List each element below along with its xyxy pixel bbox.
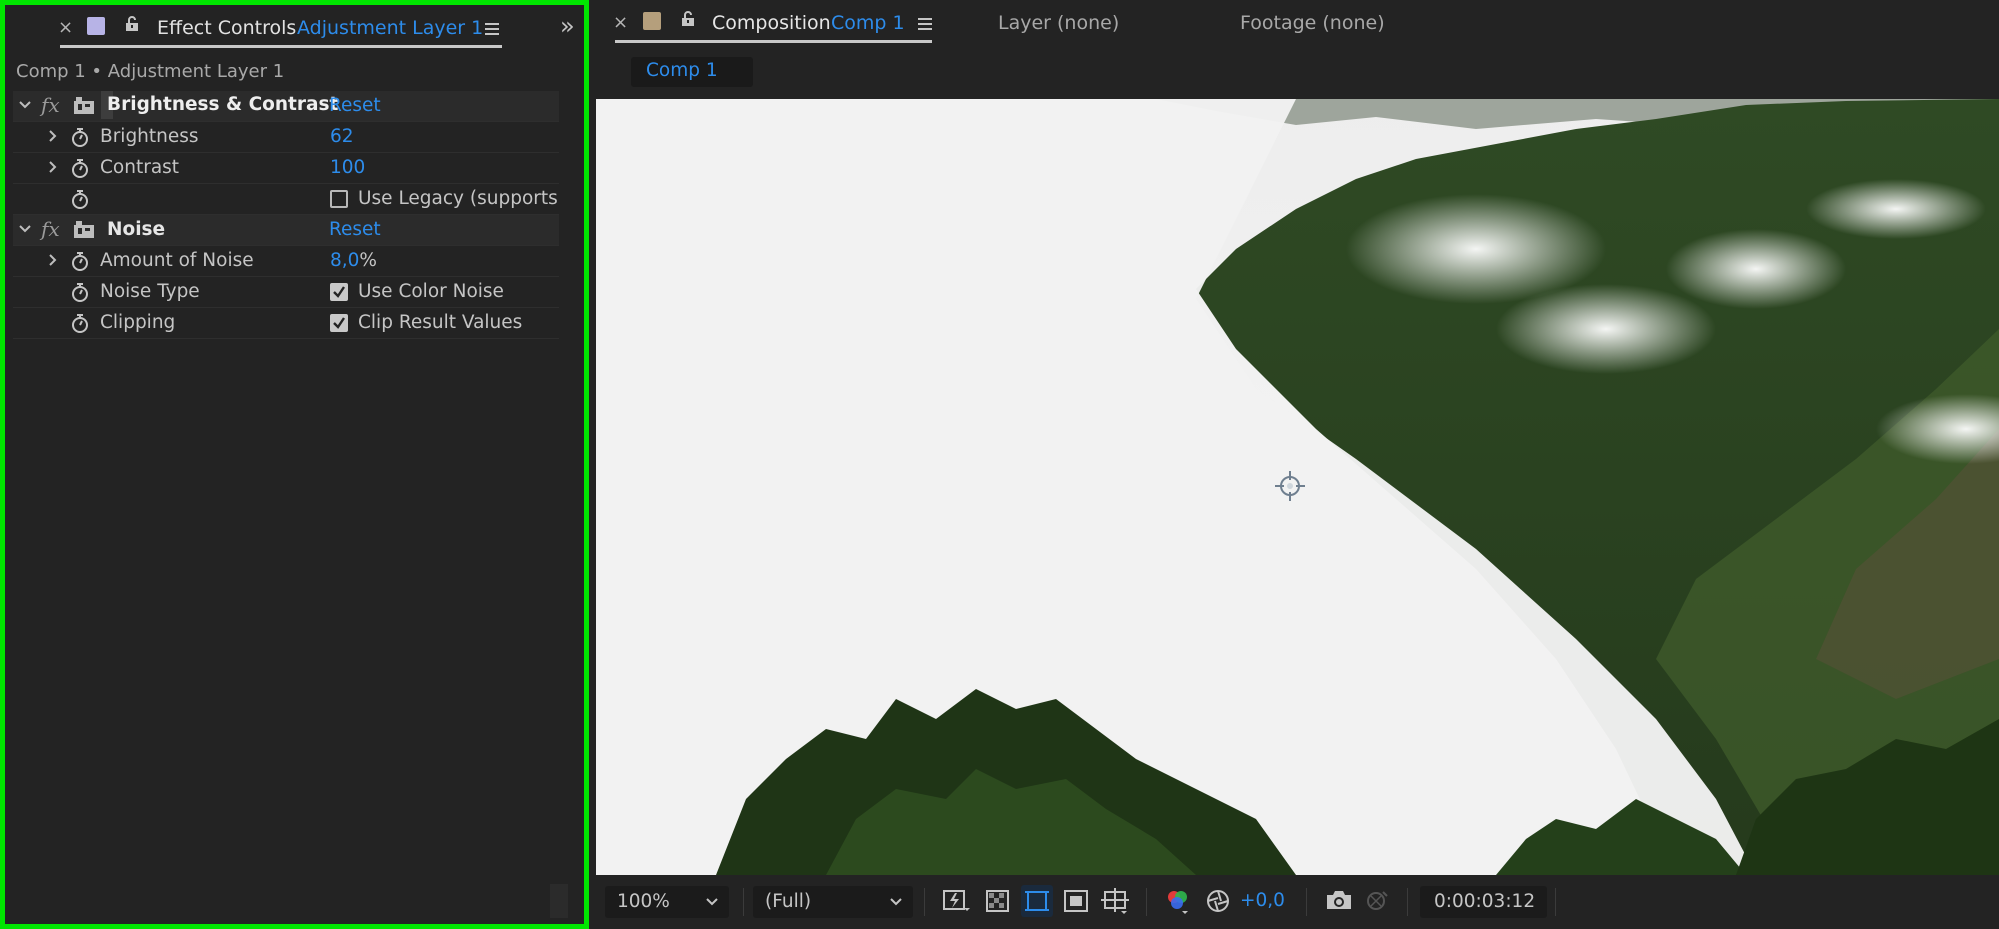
property-label: Brightness xyxy=(100,126,199,147)
property-row-brightness: Brightness 62 xyxy=(13,122,559,153)
chevron-down-icon[interactable] xyxy=(17,97,33,113)
chevron-right-icon[interactable] xyxy=(45,128,61,144)
chevron-down-icon xyxy=(706,898,718,906)
checkbox-label: Use Color Noise xyxy=(358,281,504,302)
scrollbar-thumb[interactable] xyxy=(550,884,568,918)
property-label: Amount of Noise xyxy=(100,250,254,271)
effect-name: Noise xyxy=(107,219,166,240)
layer-icon xyxy=(74,97,94,114)
toolbar-divider xyxy=(1306,888,1307,916)
stopwatch-icon[interactable] xyxy=(71,283,89,302)
close-panel-icon[interactable]: × xyxy=(58,17,73,38)
toolbar-divider xyxy=(1555,888,1556,916)
effect-name: Brightness & Contrast xyxy=(107,94,339,115)
reset-button[interactable]: Reset xyxy=(329,219,381,240)
transparency-grid-icon[interactable] xyxy=(985,888,1011,914)
property-value[interactable]: 8,0 xyxy=(330,250,359,271)
viewer-toolbar: 100% (Full) +0,0 0:00:03:12 xyxy=(589,876,1999,929)
resolution-value: (Full) xyxy=(765,891,812,912)
lock-icon[interactable] xyxy=(681,11,695,27)
property-label: Clipping xyxy=(100,312,176,333)
use-legacy-checkbox[interactable] xyxy=(330,190,348,208)
comp-subtab[interactable]: Comp 1 xyxy=(631,57,753,87)
fx-icon[interactable]: fx xyxy=(41,217,60,241)
breadcrumb: Comp 1 • Adjustment Layer 1 xyxy=(16,61,285,82)
active-tab-indicator xyxy=(60,45,502,48)
magnification-dropdown[interactable]: 100% xyxy=(605,886,729,918)
effect-header-brightness-contrast[interactable]: fx Brightness & Contrast Reset xyxy=(13,91,559,122)
composition-tab-comp[interactable]: Comp 1 xyxy=(831,12,905,34)
stopwatch-icon[interactable] xyxy=(71,314,89,333)
exposure-reset-icon[interactable] xyxy=(1205,888,1231,914)
composition-tab-title[interactable]: Composition xyxy=(712,12,831,34)
layer-tab[interactable]: Layer (none) xyxy=(998,12,1119,34)
reset-button[interactable]: Reset xyxy=(329,95,381,116)
footage-tab[interactable]: Footage (none) xyxy=(1240,12,1385,34)
composition-viewer[interactable] xyxy=(596,99,1999,875)
effect-controls-tab-title[interactable]: Effect Controls xyxy=(157,17,296,39)
toolbar-divider xyxy=(1407,888,1408,916)
region-of-interest-icon[interactable] xyxy=(1063,888,1089,914)
lock-icon[interactable] xyxy=(125,16,139,32)
property-unit: % xyxy=(359,250,378,271)
close-panel-icon[interactable]: × xyxy=(613,12,628,33)
expand-panels-icon[interactable]: » xyxy=(560,12,575,40)
checkbox-label: Clip Result Values xyxy=(358,312,523,333)
clip-result-checkbox[interactable] xyxy=(330,314,348,332)
stopwatch-icon[interactable] xyxy=(71,159,89,178)
property-row-use-legacy: Use Legacy (supports xyxy=(13,184,559,215)
property-value[interactable]: 100 xyxy=(330,157,365,178)
layer-label-swatch xyxy=(87,17,105,35)
toolbar-divider xyxy=(1146,888,1147,916)
effect-controls-tab-layer[interactable]: Adjustment Layer 1 xyxy=(297,17,483,39)
composition-panel: × Composition Comp 1 Layer (none) Footag… xyxy=(589,0,1999,929)
color-channels-icon[interactable] xyxy=(1164,888,1192,916)
chevron-down-icon xyxy=(890,898,902,906)
panel-menu-icon[interactable] xyxy=(918,18,932,30)
anchor-point-icon[interactable] xyxy=(1273,469,1307,503)
magnification-value: 100% xyxy=(617,891,670,912)
exposure-value[interactable]: +0,0 xyxy=(1240,890,1285,911)
resolution-dropdown[interactable]: (Full) xyxy=(753,886,913,918)
property-row-amount-of-noise: Amount of Noise 8,0% xyxy=(13,246,559,277)
property-row-clipping: Clipping Clip Result Values xyxy=(13,308,559,339)
property-row-noise-type: Noise Type Use Color Noise xyxy=(13,277,559,308)
show-snapshot-icon[interactable] xyxy=(1363,888,1391,912)
property-row-contrast: Contrast 100 xyxy=(13,153,559,184)
guides-icon[interactable] xyxy=(1101,888,1131,916)
fx-icon[interactable]: fx xyxy=(41,93,60,117)
panel-menu-icon[interactable] xyxy=(485,23,499,35)
property-value[interactable]: 62 xyxy=(330,126,354,147)
layer-icon xyxy=(74,221,94,238)
comp-subtab-label: Comp 1 xyxy=(646,60,718,81)
snapshot-icon[interactable] xyxy=(1325,888,1353,912)
use-color-noise-checkbox[interactable] xyxy=(330,283,348,301)
property-label: Noise Type xyxy=(100,281,200,302)
property-label: Contrast xyxy=(100,157,180,178)
effect-name-box: Brightness & Contrast xyxy=(101,91,338,119)
stopwatch-icon[interactable] xyxy=(71,252,89,271)
chevron-right-icon[interactable] xyxy=(45,252,61,268)
stopwatch-icon[interactable] xyxy=(71,190,89,209)
checkbox-label: Use Legacy (supports xyxy=(358,188,558,209)
timecode-value: 0:00:03:12 xyxy=(1434,891,1536,912)
comp-label-swatch xyxy=(643,12,661,30)
chevron-right-icon[interactable] xyxy=(45,159,61,175)
effect-controls-panel: × Effect Controls Adjustment Layer 1 » C… xyxy=(0,0,589,929)
toolbar-divider xyxy=(924,888,925,916)
toolbar-divider xyxy=(743,888,744,916)
current-time-display[interactable]: 0:00:03:12 xyxy=(1420,886,1547,918)
active-tab-indicator xyxy=(615,40,932,43)
fast-previews-icon[interactable] xyxy=(942,888,970,914)
chevron-down-icon[interactable] xyxy=(17,221,33,237)
mask-visibility-icon[interactable] xyxy=(1021,885,1053,917)
effect-header-noise[interactable]: fx Noise Reset xyxy=(13,215,559,246)
stopwatch-icon[interactable] xyxy=(71,128,89,147)
